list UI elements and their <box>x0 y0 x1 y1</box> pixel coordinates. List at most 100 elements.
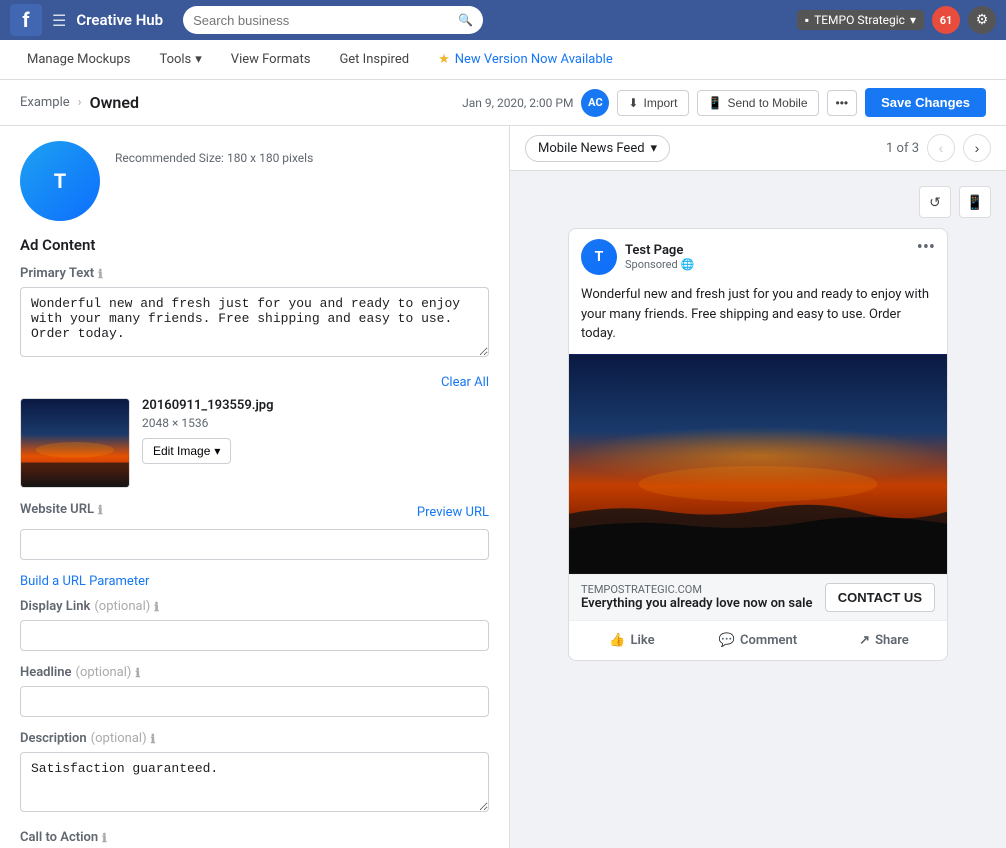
ad-cta-headline: Everything you already love now on sale <box>581 596 825 611</box>
nav-tools[interactable]: Tools ▾ <box>147 46 213 73</box>
settings-icon[interactable]: ⚙ <box>968 6 996 34</box>
import-button[interactable]: ⬇ Import <box>617 90 688 116</box>
device-icon-button[interactable]: 📱 <box>959 186 991 218</box>
left-panel: T Recommended Size: 180 x 180 pixels Ad … <box>0 126 510 848</box>
display-link-input[interactable]: tempostrategic.com <box>20 620 489 651</box>
pagination-prev[interactable]: ‹ <box>927 134 955 162</box>
ad-url-info: TEMPOSTRATEGIC.COM Everything you alread… <box>581 583 825 611</box>
preview-area: ↺ 📱 T Test Page Sponsored 🌐 <box>510 171 1006 848</box>
format-label: Mobile News Feed <box>538 141 645 156</box>
image-dims: 2048 × 1536 <box>142 416 489 430</box>
call-to-action-info-icon[interactable]: ℹ <box>102 831 107 845</box>
app-title: Creative Hub <box>76 11 163 29</box>
save-changes-button[interactable]: Save Changes <box>865 88 986 117</box>
account-dropdown-icon: ▾ <box>910 13 916 27</box>
like-icon: 👍 <box>609 633 625 648</box>
ad-cta-button[interactable]: CONTACT US <box>825 583 935 612</box>
primary-text-info-icon[interactable]: ℹ <box>98 267 103 281</box>
star-icon: ★ <box>438 52 450 67</box>
account-name: TEMPO Strategic <box>814 13 905 27</box>
avatar: AC <box>581 89 609 117</box>
ad-url-bar: TEMPOSTRATEGIC.COM Everything you alread… <box>569 575 947 620</box>
share-label: Share <box>875 633 909 648</box>
description-label: Description (optional) ℹ <box>20 731 489 746</box>
top-navigation: f ☰ Creative Hub 🔍 ▪ TEMPO Strategic ▾ 6… <box>0 0 1006 40</box>
edit-image-dropdown-icon: ▾ <box>214 444 220 458</box>
profile-image: T <box>20 141 100 221</box>
ad-actions: 👍 Like 💬 Comment ↗ Share <box>569 620 947 660</box>
call-to-action-group: Call to Action ℹ Contact Us ▾ <box>20 830 489 848</box>
nav-new-version[interactable]: ★ New Version Now Available <box>426 46 625 73</box>
get-inspired-label: Get Inspired <box>339 52 409 67</box>
send-to-mobile-label: Send to Mobile <box>727 96 807 110</box>
send-to-mobile-button[interactable]: 📱 Send to Mobile <box>697 90 819 116</box>
menu-icon[interactable]: ☰ <box>52 11 66 30</box>
build-url-link[interactable]: Build a URL Parameter <box>20 574 489 589</box>
headline-input[interactable]: Everything you already love now on sale <box>20 686 489 717</box>
share-icon: ↗ <box>859 633 870 648</box>
ad-content-title: Ad Content <box>20 236 489 254</box>
edit-image-button[interactable]: Edit Image ▾ <box>142 438 231 464</box>
format-selector[interactable]: Mobile News Feed ▾ <box>525 135 670 162</box>
account-logo: ▪ <box>805 13 809 27</box>
breadcrumb-parent[interactable]: Example <box>20 95 70 110</box>
globe-icon: 🌐 <box>681 258 695 271</box>
breadcrumb-left: Example › Owned <box>20 93 139 112</box>
display-link-group: Display Link (optional) ℹ tempostrategic… <box>20 599 489 651</box>
display-link-info-icon[interactable]: ℹ <box>154 600 159 614</box>
edit-image-label: Edit Image <box>153 444 210 458</box>
ad-body-text: Wonderful new and fresh just for you and… <box>569 285 947 354</box>
notification-count: 61 <box>940 14 953 27</box>
website-url-input[interactable]: tempostrategic.com <box>20 529 489 560</box>
nav-manage-mockups[interactable]: Manage Mockups <box>15 46 142 73</box>
comment-label: Comment <box>740 633 797 648</box>
ad-sponsored: Sponsored 🌐 <box>625 258 694 271</box>
ad-like-button[interactable]: 👍 Like <box>569 625 695 656</box>
ad-card: T Test Page Sponsored 🌐 ••• Wonderful ne… <box>568 228 948 661</box>
breadcrumb-right: Jan 9, 2020, 2:00 PM AC ⬇ Import 📱 Send … <box>462 88 986 117</box>
recommended-size-label: Recommended Size: 180 x 180 pixels <box>115 151 313 165</box>
more-button[interactable]: ••• <box>827 90 858 116</box>
mobile-icon: 📱 <box>708 96 723 110</box>
refresh-icon-button[interactable]: ↺ <box>919 186 951 218</box>
import-label: Import <box>643 96 677 110</box>
clear-all-link[interactable]: Clear All <box>20 375 489 390</box>
ad-comment-button[interactable]: 💬 Comment <box>695 625 821 656</box>
horizon-glow <box>569 426 947 486</box>
description-input[interactable]: Satisfaction guaranteed. <box>20 752 489 812</box>
pagination-text: 1 of 3 <box>886 141 919 156</box>
website-url-group: Website URL ℹ Preview URL tempostrategic… <box>20 502 489 560</box>
display-link-label: Display Link (optional) ℹ <box>20 599 489 614</box>
import-icon: ⬇ <box>628 96 638 110</box>
nav-right-area: ▪ TEMPO Strategic ▾ 61 ⚙ <box>797 6 996 34</box>
account-selector[interactable]: ▪ TEMPO Strategic ▾ <box>797 10 924 30</box>
website-url-info-icon[interactable]: ℹ <box>98 503 103 517</box>
profile-info: Recommended Size: 180 x 180 pixels <box>115 141 313 165</box>
image-filename: 20160911_193559.jpg <box>142 398 489 413</box>
nav-view-formats[interactable]: View Formats <box>219 46 323 73</box>
ad-footer: TEMPOSTRATEGIC.COM Everything you alread… <box>569 574 947 660</box>
ad-share-button[interactable]: ↗ Share <box>821 625 947 656</box>
right-panel: Mobile News Feed ▾ 1 of 3 ‹ › ↺ 📱 T <box>510 126 1006 848</box>
view-formats-label: View Formats <box>231 52 311 67</box>
main-content: T Recommended Size: 180 x 180 pixels Ad … <box>0 126 1006 848</box>
headline-info-icon[interactable]: ℹ <box>135 666 140 680</box>
preview-url-link[interactable]: Preview URL <box>417 505 489 520</box>
ad-page-avatar: T <box>581 239 617 275</box>
manage-mockups-label: Manage Mockups <box>27 52 130 67</box>
primary-text-input[interactable]: Wonderful new and fresh just for you and… <box>20 287 489 357</box>
description-info-icon[interactable]: ℹ <box>151 732 156 746</box>
headline-optional: (optional) <box>76 665 132 680</box>
search-input[interactable] <box>193 13 458 28</box>
ad-more-button[interactable]: ••• <box>917 239 935 257</box>
pagination-next[interactable]: › <box>963 134 991 162</box>
notification-badge[interactable]: 61 <box>932 6 960 34</box>
nav-get-inspired[interactable]: Get Inspired <box>327 46 421 73</box>
image-row: 20160911_193559.jpg 2048 × 1536 Edit Ima… <box>20 398 489 488</box>
description-group: Description (optional) ℹ Satisfaction gu… <box>20 731 489 816</box>
timestamp: Jan 9, 2020, 2:00 PM <box>462 96 573 110</box>
description-optional: (optional) <box>91 731 147 746</box>
headline-group: Headline (optional) ℹ Everything you alr… <box>20 665 489 717</box>
breadcrumb-current: Owned <box>90 93 139 112</box>
display-link-optional: (optional) <box>94 599 150 614</box>
